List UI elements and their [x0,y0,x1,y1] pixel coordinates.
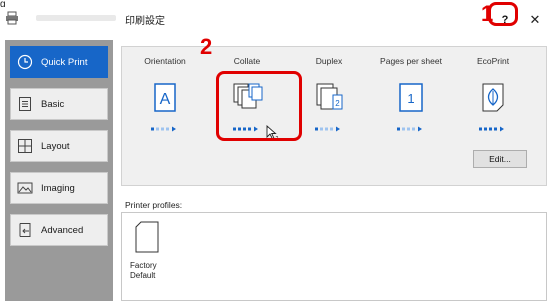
main-panel: Orientation A Collate ? Duplex 2 Pages p… [116,40,549,301]
profile-factory-default[interactable]: Factory Default [130,221,180,285]
blank-page-icon [135,221,159,253]
level-dots-indicator [151,126,176,132]
profile-label-line: Default [130,271,156,280]
grid-icon [18,139,32,153]
sidebar-item-layout[interactable]: Layout [10,130,108,162]
level-arrow [418,126,422,132]
setting-label: Duplex [315,56,343,66]
setting-label: Collate [233,56,261,66]
document-lines-icon [19,97,31,111]
setting-orientation[interactable]: Orientation A [124,47,206,142]
level-dot [402,127,405,131]
printer-profiles-label: Printer profiles: [125,200,183,210]
level-dot [484,127,487,131]
level-dot [397,127,400,131]
level-dots-indicator [315,126,340,132]
level-dot [479,127,482,131]
page-arrow-icon [19,223,31,237]
redacted-printer-name [36,15,116,21]
level-dots-indicator [479,126,504,132]
sidebar: Quick Print Basic Layout Imaging Advance… [5,40,113,301]
sidebar-item-label: Advanced [41,225,84,236]
sidebar-item-label: Imaging [41,183,75,194]
setting-label: Orientation [144,56,186,66]
sidebar-item-label: Layout [41,141,70,152]
portrait-page-icon: A [154,83,176,112]
edit-button[interactable]: Edit... [473,150,527,168]
sidebar-item-label: Basic [41,99,65,110]
leaf-icon [482,83,504,112]
profile-label: Factory Default [130,261,190,281]
level-dot [489,127,492,131]
level-dot [166,127,169,131]
sidebar-item-imaging[interactable]: Imaging [10,172,108,204]
setting-ecoprint[interactable]: EcoPrint [452,47,534,142]
svg-text:2: 2 [335,99,340,108]
profile-label-line: Factory [130,261,157,270]
title-bar: 印刷設定 ? ✕ [0,7,549,31]
sidebar-item-quick-print[interactable]: Quick Print [10,46,108,78]
setting-label: Pages per sheet [380,56,442,66]
printer-icon [6,11,18,25]
image-icon [17,182,33,194]
one-page-icon: 1 [399,83,423,112]
sidebar-item-label: Quick Print [41,57,88,68]
level-dots-indicator [397,126,422,132]
collate-callout-box [216,71,302,141]
quick-print-settings-panel: Orientation A Collate ? Duplex 2 Pages p… [121,46,547,186]
level-arrow [336,126,340,132]
duplex-icon: 2 [316,83,343,110]
level-arrow [500,126,504,132]
level-dot [315,127,318,131]
svg-text:A: A [160,91,171,108]
level-dot [151,127,154,131]
level-arrow [172,126,176,132]
printer-profiles-list: Factory Default [121,212,547,301]
window-title: 印刷設定 [125,16,165,27]
svg-text:1: 1 [407,91,414,106]
level-dot [330,127,333,131]
level-dot [412,127,415,131]
clock-icon [17,54,33,70]
level-dot [407,127,410,131]
level-dot [320,127,323,131]
level-dot [494,127,497,131]
close-button[interactable]: ✕ [525,11,545,29]
sidebar-item-advanced[interactable]: Advanced [10,214,108,246]
level-dot [325,127,328,131]
callout-number-1: 1 [481,1,494,26]
setting-label: EcoPrint [476,56,510,66]
level-dot [156,127,159,131]
level-dot [161,127,164,131]
callout-number-2: 2 [200,34,213,59]
sidebar-item-basic[interactable]: Basic [10,88,108,120]
setting-pages-per-sheet[interactable]: Pages per sheet 1 [370,47,452,142]
